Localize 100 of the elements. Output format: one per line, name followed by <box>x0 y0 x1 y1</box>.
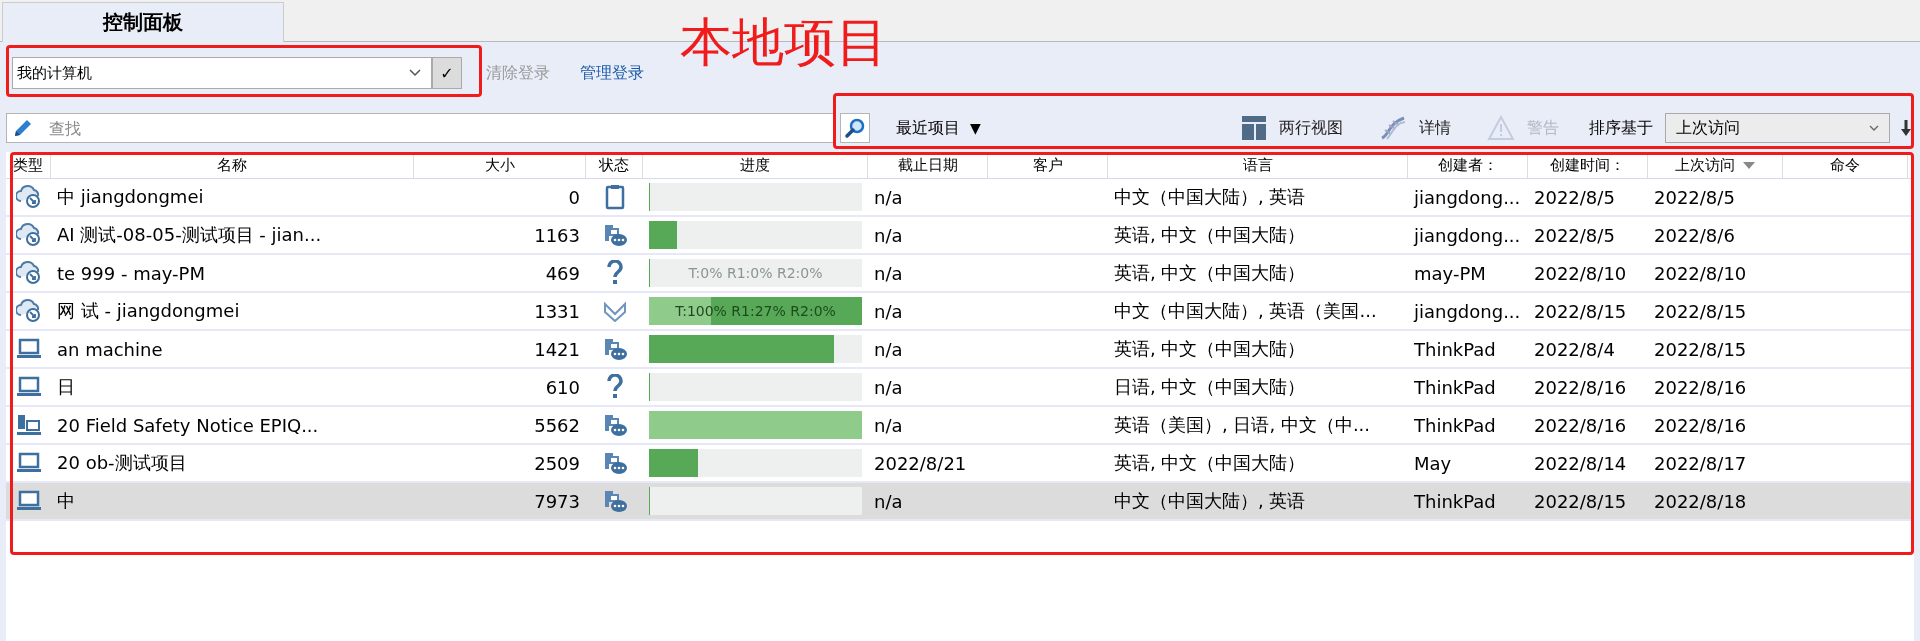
chevron-icon <box>1869 124 1879 132</box>
language-cell: 英语（美国）, 日语, 中文（中... <box>1114 413 1371 437</box>
created-date: 2022/8/5 <box>1534 186 1615 208</box>
sort-label: 排序基于 <box>1589 117 1653 139</box>
last-access-date: 2022/8/18 <box>1654 490 1747 512</box>
location-dropdown[interactable]: 我的计算机 <box>12 57 432 89</box>
project-name: te 999 - may-PM <box>57 262 205 284</box>
project-row[interactable]: te 999 - may-PM 469 T:0% R1:0% R2:0% n/a 英语, 中文（中国大陆） may-PM 2022/8/10 2022/8/10 <box>6 255 1914 293</box>
creator-cell: ThinkPad <box>1414 490 1496 512</box>
project-name: 20 ob-测试项目 <box>57 451 187 475</box>
column-header[interactable]: 名称 <box>51 152 414 178</box>
created-date: 2022/8/16 <box>1534 414 1627 436</box>
last-access-date: 2022/8/5 <box>1654 186 1735 208</box>
creator-cell: may-PM <box>1414 262 1486 284</box>
filter-dropdown[interactable]: 最近项目 ▼ <box>890 116 987 140</box>
progress-bar: T:100% R1:27% R2:0% <box>649 297 862 325</box>
created-date: 2022/8/15 <box>1534 490 1627 512</box>
column-header[interactable]: 创建时间： <box>1528 152 1648 178</box>
chevron-icon <box>409 69 421 77</box>
language-cell: 英语, 中文（中国大陆） <box>1114 261 1306 285</box>
last-access-date: 2022/8/10 <box>1654 262 1747 284</box>
project-row[interactable]: 网 试 - jiangdongmei 1331 T:100% R1:27% R2:0% n/a 中文（中国大陆）, 英语（美国... jiangdong... 2022/8/15 2022/8/15 <box>6 293 1914 331</box>
language-cell: 英语, 中文（中国大陆） <box>1114 223 1306 247</box>
cloud-icon <box>15 185 42 209</box>
project-name: 中 <box>57 489 75 513</box>
sort-dropdown[interactable]: 上次访问 <box>1665 113 1890 143</box>
column-header[interactable]: 进度 <box>643 152 868 178</box>
search-field[interactable]: 查找 <box>6 113 836 143</box>
laptop-icon <box>15 452 42 474</box>
size-cell: 7973 <box>534 490 580 512</box>
progress-bar: T:0% R1:0% R2:0% <box>649 259 862 287</box>
layout-icon <box>1241 115 1267 141</box>
created-date: 2022/8/16 <box>1534 376 1627 398</box>
size-cell: 0 <box>568 186 580 208</box>
question-icon <box>606 260 623 286</box>
created-date: 2022/8/10 <box>1534 262 1627 284</box>
project-row[interactable]: 20 Field Safety Notice EPIQ... 5562 n/a 英语（美国）, 日语, 中文（中... ThinkPad 2022/8/16 2022/8/16 <box>6 407 1914 445</box>
laptop-icon <box>15 376 42 398</box>
sort-direction-icon[interactable] <box>1900 119 1912 137</box>
size-cell: 5562 <box>534 414 580 436</box>
due-date: n/a <box>874 300 903 322</box>
search-button[interactable] <box>840 113 870 143</box>
column-header[interactable]: 状态 <box>586 152 643 178</box>
sort-caret-icon <box>1743 161 1755 169</box>
column-header[interactable]: 类型 <box>6 152 51 178</box>
due-date: n/a <box>874 490 903 512</box>
column-header[interactable]: 上次访问 <box>1648 152 1783 178</box>
language-cell: 中文（中国大陆）, 英语 <box>1114 489 1306 513</box>
language-cell: 中文（中国大陆）, 英语（美国... <box>1114 299 1377 323</box>
due-date: n/a <box>874 414 903 436</box>
project-name: an machine <box>57 338 163 360</box>
project-row[interactable]: an machine 1421 n/a 英语, 中文（中国大陆） ThinkPad 2022/8/4 2022/8/15 <box>6 331 1914 369</box>
check-shield-icon <box>602 300 627 322</box>
language-cell: 英语, 中文（中国大陆） <box>1114 337 1306 361</box>
project-row[interactable]: 中 jiangdongmei 0 n/a 中文（中国大陆）, 英语 jiangdong... 2022/8/5 2022/8/5 <box>6 179 1914 217</box>
due-date: n/a <box>874 262 903 284</box>
size-cell: 1421 <box>534 338 580 360</box>
laptop-icon <box>15 490 42 512</box>
created-date: 2022/8/5 <box>1534 224 1615 246</box>
project-row[interactable]: AI 测试-08-05-测试项目 - jian... 1163 n/a 英语, 中文（中国大陆） jiangdong... 2022/8/5 2022/8/6 <box>6 217 1914 255</box>
size-cell: 1163 <box>534 224 580 246</box>
confirm-button[interactable]: ✓ <box>432 57 462 89</box>
creator-cell: ThinkPad <box>1414 414 1496 436</box>
column-header[interactable]: 语言 <box>1108 152 1408 178</box>
cloud-icon <box>15 261 42 285</box>
column-header[interactable]: 客户 <box>988 152 1108 178</box>
project-row[interactable]: 中 7973 n/a 中文（中国大陆）, 英语 ThinkPad 2022/8/15 2022/8/18 <box>6 483 1914 521</box>
column-header[interactable]: 大小 <box>414 152 586 178</box>
panel-tab[interactable]: 控制面板 <box>2 2 284 42</box>
last-access-date: 2022/8/16 <box>1654 414 1747 436</box>
project-name: 日 <box>57 375 75 399</box>
cloud-icon <box>15 299 42 323</box>
column-header[interactable]: 命令 <box>1783 152 1908 178</box>
cloud-icon <box>15 223 42 247</box>
creator-cell: jiangdong... <box>1414 300 1521 322</box>
column-header[interactable]: 截止日期 <box>868 152 988 178</box>
size-cell: 469 <box>545 262 580 284</box>
project-name: 中 jiangdongmei <box>57 185 204 209</box>
creator-cell: jiangdong... <box>1414 186 1521 208</box>
due-date: n/a <box>874 186 903 208</box>
server-icon <box>15 413 42 437</box>
creator-cell: jiangdong... <box>1414 224 1521 246</box>
creator-cell: May <box>1414 452 1452 474</box>
question-icon <box>606 374 623 400</box>
dna-icon <box>1379 115 1407 141</box>
project-row[interactable]: 日 610 n/a 日语, 中文（中国大陆） ThinkPad 2022/8/16 2022/8/16 <box>6 369 1914 407</box>
annotation-label: 本地项目 <box>680 11 888 74</box>
column-header[interactable]: 创建者： <box>1408 152 1528 178</box>
login-link[interactable]: 管理登录 <box>580 62 644 84</box>
due-date: n/a <box>874 224 903 246</box>
last-access-date: 2022/8/15 <box>1654 338 1747 360</box>
language-cell: 日语, 中文（中国大陆） <box>1114 375 1306 399</box>
size-cell: 610 <box>545 376 580 398</box>
last-access-date: 2022/8/6 <box>1654 224 1735 246</box>
toolbar-button[interactable]: 详情 <box>1373 114 1457 142</box>
created-date: 2022/8/4 <box>1534 338 1615 360</box>
search-icon <box>844 117 866 139</box>
language-cell: 中文（中国大陆）, 英语 <box>1114 185 1306 209</box>
toolbar-button[interactable]: 两行视图 <box>1235 114 1349 142</box>
last-access-date: 2022/8/15 <box>1654 300 1747 322</box>
